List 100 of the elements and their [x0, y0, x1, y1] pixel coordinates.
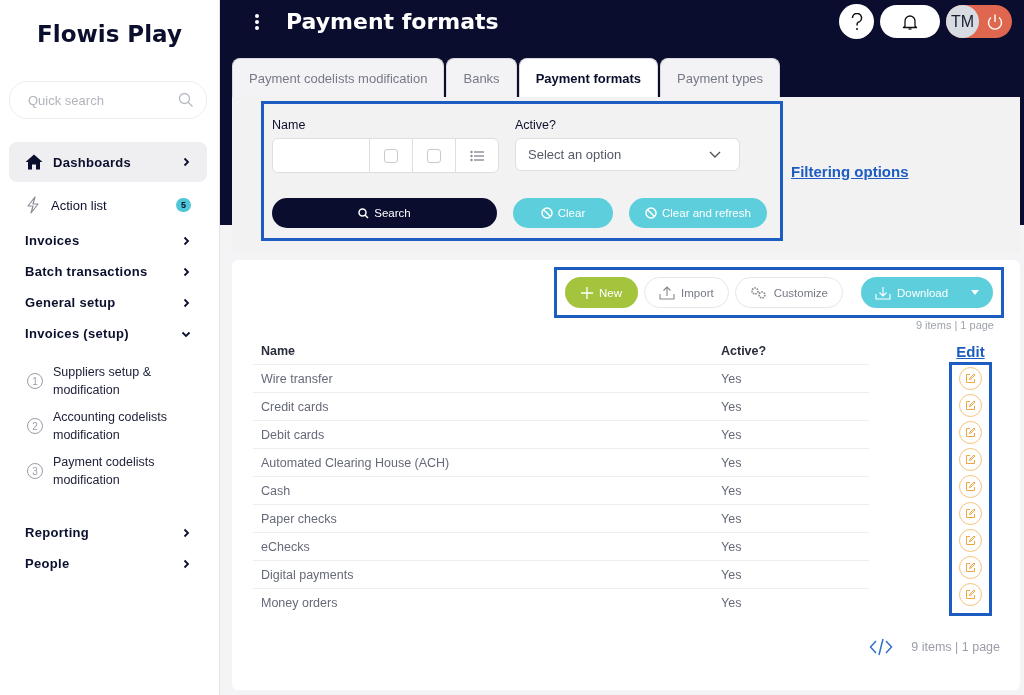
select-placeholder: Select an option	[528, 147, 622, 162]
search-icon	[358, 207, 370, 219]
table-cell-text: Yes	[721, 399, 743, 414]
edit-icon	[965, 562, 976, 573]
code-icon[interactable]	[869, 638, 894, 656]
table-cell-text: Yes	[721, 483, 743, 498]
upload-icon	[659, 285, 676, 300]
nav-label: General setup	[25, 295, 117, 310]
tab[interactable]: Payment codelists modification	[232, 58, 445, 97]
question-mark-icon	[850, 12, 863, 31]
home-icon	[25, 154, 43, 170]
nav-label: Accounting codelists modification	[53, 409, 168, 444]
edit-icon	[965, 589, 976, 600]
checkbox[interactable]	[427, 148, 441, 163]
nav-label: Action list	[51, 197, 108, 213]
nav-item[interactable]: People	[9, 548, 207, 579]
edit-icon	[965, 454, 976, 465]
nav-subitem[interactable]: 1 Suppliers setup & modification	[25, 363, 205, 399]
nav-label: Batch transactions	[25, 264, 149, 279]
edit-button[interactable]	[959, 583, 982, 606]
edit-button[interactable]	[959, 394, 982, 417]
nav-label: Dashboards	[53, 154, 133, 170]
edit-icon	[965, 373, 976, 384]
page-title: Payment formats	[286, 9, 500, 34]
edit-icon	[965, 427, 976, 438]
nav-item[interactable]: Batch transactions	[9, 256, 207, 287]
table-cell-text: Money orders	[260, 595, 339, 610]
table-cell-text: Yes	[721, 567, 743, 582]
prohibited-icon	[645, 207, 657, 219]
nav-item[interactable]: Dashboards	[9, 142, 207, 182]
table-cell-text: Cash	[260, 483, 292, 498]
tab[interactable]: Payment formats	[518, 58, 659, 97]
nav-item[interactable]: General setup	[9, 287, 207, 318]
tab[interactable]: Banks	[446, 58, 517, 97]
nav-item[interactable]: Action list 5	[9, 185, 207, 225]
help-button[interactable]	[839, 4, 874, 39]
nav-label: Invoices (setup)	[25, 326, 130, 341]
nav-item[interactable]: Reporting	[9, 517, 207, 548]
table-cell-text: eChecks	[260, 539, 311, 554]
edit-button[interactable]	[959, 367, 982, 390]
edit-button[interactable]	[959, 556, 982, 579]
bell-icon	[902, 12, 918, 31]
active-select[interactable]: Select an option	[515, 138, 740, 171]
table-cell-text: Automated Clearing House (ACH)	[260, 455, 451, 470]
table-cell-text: Paper checks	[260, 511, 338, 526]
lightning-icon	[25, 196, 41, 214]
table-cell-text: Yes	[721, 455, 743, 470]
edit-icon	[965, 508, 976, 519]
table-cell-text: Yes	[721, 595, 743, 610]
import-button[interactable]: Import	[644, 277, 729, 308]
edit-button[interactable]	[959, 529, 982, 552]
list-icon[interactable]	[470, 149, 484, 162]
name-input[interactable]	[273, 139, 370, 172]
table-cell-text: Wire transfer	[260, 371, 334, 386]
checkbox[interactable]	[384, 148, 398, 163]
search-field[interactable]: Quick search	[9, 81, 207, 119]
user-menu[interactable]: TM	[946, 5, 1012, 38]
nav-label: Reporting	[25, 525, 91, 540]
customize-button[interactable]: Customize	[734, 277, 843, 308]
pagination-info: 9 items | 1 page	[915, 319, 994, 331]
tab[interactable]: Payment types	[660, 58, 781, 97]
nav-label: Suppliers setup & modification	[53, 364, 152, 399]
edit-button[interactable]	[959, 421, 982, 444]
table-cell-text: Yes	[721, 539, 743, 554]
user-avatar: TM	[946, 5, 979, 38]
edit-button[interactable]	[959, 448, 982, 471]
power-icon[interactable]	[986, 12, 1004, 31]
gears-icon	[749, 285, 768, 300]
table-cell-text: Yes	[721, 427, 743, 442]
edit-icon	[965, 400, 976, 411]
annotation-label: Edit	[956, 343, 985, 360]
table-cell-text: Yes	[721, 511, 743, 526]
search-input[interactable]: Quick search	[26, 91, 178, 109]
table-cell-text: Yes	[721, 371, 743, 386]
edit-button[interactable]	[959, 502, 982, 525]
search-button[interactable]: Search	[272, 198, 497, 228]
count-badge: 5	[176, 198, 191, 212]
search-icon	[178, 92, 194, 108]
column-header: Name	[260, 343, 297, 358]
edit-button[interactable]	[959, 475, 982, 498]
nav-label: Invoices	[25, 233, 81, 248]
app-logo: Flowis Play	[36, 21, 183, 49]
nav-label: People	[25, 556, 71, 571]
nav-item[interactable]: Invoices	[9, 225, 207, 256]
chevron-down-icon	[709, 150, 721, 159]
nav-subitem[interactable]: 3 Payment codelists modification	[25, 453, 205, 489]
field-label: Active?	[515, 118, 557, 132]
plus-icon	[581, 286, 594, 299]
download-icon	[875, 285, 891, 300]
notifications-button[interactable]	[880, 5, 940, 38]
name-field[interactable]	[272, 138, 499, 173]
edit-icon	[965, 481, 976, 492]
edit-icon	[965, 535, 976, 546]
nav-subitem[interactable]: 2 Accounting codelists modification	[25, 408, 205, 444]
pagination-info: 9 items | 1 page	[911, 640, 1000, 654]
kebab-menu-icon[interactable]	[254, 12, 260, 31]
table-cell-text: Debit cards	[260, 427, 326, 442]
table-cell-text: Credit cards	[260, 399, 330, 414]
caret-icon[interactable]	[971, 290, 979, 295]
nav-item[interactable]: Invoices (setup)	[9, 318, 207, 349]
